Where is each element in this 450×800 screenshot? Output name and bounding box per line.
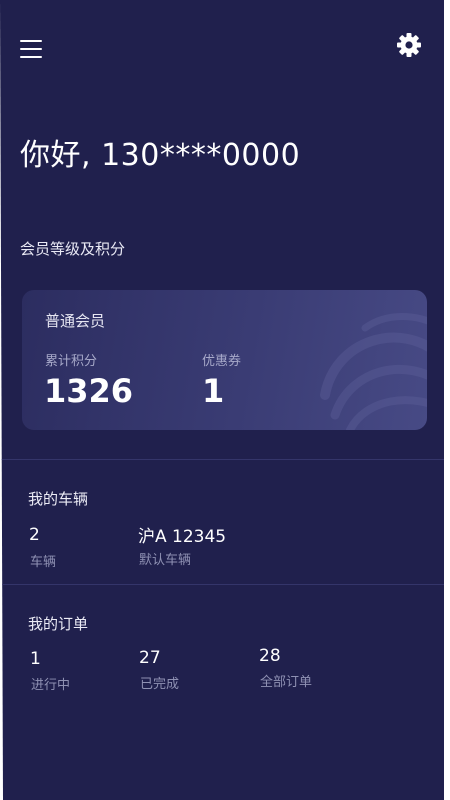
hamburger-menu-icon-line <box>20 56 42 58</box>
points-label: 累计积分 <box>45 354 98 369</box>
default-plate-value: 沪A 12345 <box>138 527 227 547</box>
greeting-title: 你好, 130****0000 <box>20 138 301 173</box>
hamburger-menu-icon <box>20 40 42 42</box>
orders-in-progress-value: 1 <box>30 649 41 669</box>
membership-level: 普通会员 <box>45 312 106 330</box>
brand-watermark-icon <box>320 313 427 430</box>
account-screen: 你好, 130****0000 会员等级及积分 普通会员 累计积分 1326 优… <box>0 0 444 800</box>
my-vehicles-title[interactable]: 我的车辆 <box>28 488 88 509</box>
vehicle-count-value: 2 <box>29 525 40 545</box>
orders-completed-label: 已完成 <box>140 677 180 692</box>
hamburger-menu-icon-line <box>20 48 42 50</box>
vehicle-count-label: 车辆 <box>30 555 57 570</box>
menu-button[interactable] <box>18 38 46 60</box>
settings-button[interactable] <box>394 30 424 60</box>
coupons-label: 优惠券 <box>202 354 242 369</box>
gear-icon <box>397 33 421 57</box>
orders-completed-value: 27 <box>139 648 161 668</box>
divider <box>0 459 444 460</box>
divider <box>0 584 444 585</box>
points-value: 1326 <box>44 372 134 410</box>
membership-card[interactable]: 普通会员 累计积分 1326 优惠券 1 <box>22 290 427 430</box>
my-orders-title[interactable]: 我的订单 <box>28 613 88 634</box>
membership-section-title: 会员等级及积分 <box>20 240 126 258</box>
orders-all-label: 全部订单 <box>260 675 313 690</box>
coupons-value[interactable]: 1 <box>202 372 224 410</box>
orders-in-progress-label: 进行中 <box>31 678 71 693</box>
orders-all-value: 28 <box>259 646 281 666</box>
default-vehicle-label: 默认车辆 <box>139 553 192 568</box>
